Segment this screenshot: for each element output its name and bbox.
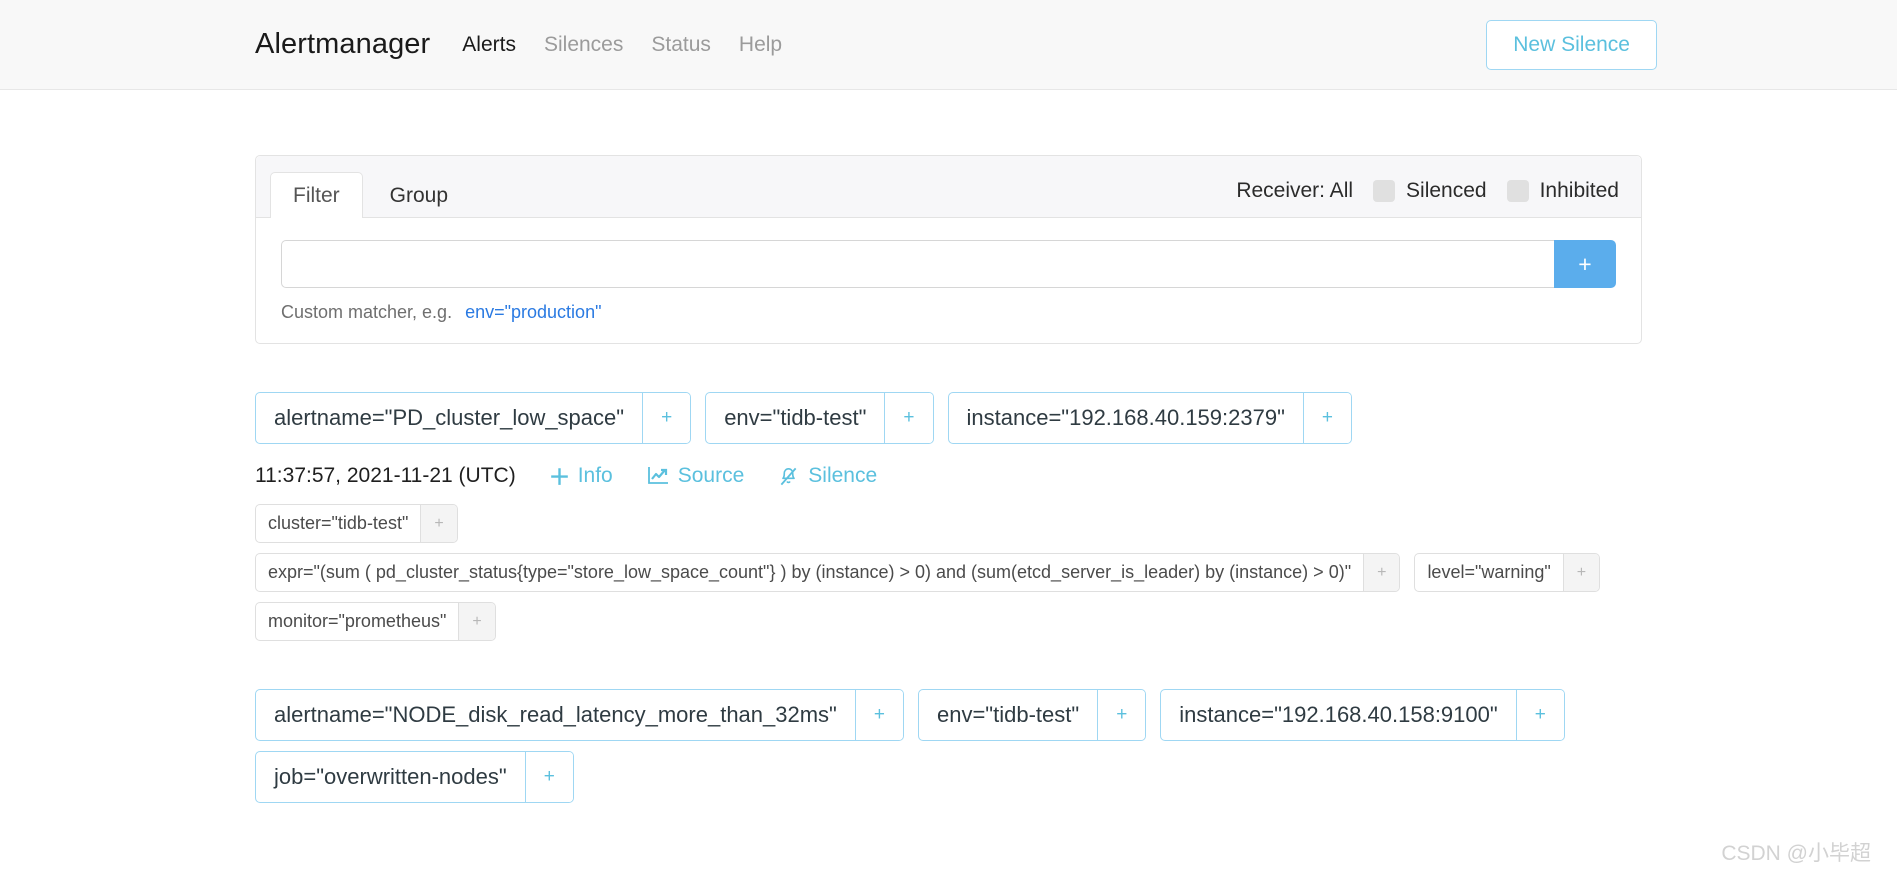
label-chip-add-button[interactable]: + bbox=[1563, 554, 1600, 591]
navbar-right: New Silence bbox=[1486, 19, 1657, 70]
alert-1-secondary-labels-row-1: cluster="tidb-test" + bbox=[255, 504, 1642, 543]
alert-2-primary-labels: alertname="NODE_disk_read_latency_more_t… bbox=[255, 689, 1642, 741]
label-chip-text: instance="192.168.40.159:2379" bbox=[949, 393, 1304, 443]
label-chip: job="overwritten-nodes" + bbox=[255, 751, 574, 803]
nav-link-silences[interactable]: Silences bbox=[544, 33, 623, 57]
new-silence-button[interactable]: New Silence bbox=[1486, 19, 1657, 70]
alert-group-1: alertname="PD_cluster_low_space" + env="… bbox=[255, 392, 1642, 641]
inhibited-label: Inhibited bbox=[1539, 179, 1619, 202]
label-chip-text: env="tidb-test" bbox=[706, 393, 886, 443]
label-chip-text: env="tidb-test" bbox=[919, 690, 1099, 740]
label-chip-text: alertname="NODE_disk_read_latency_more_t… bbox=[256, 690, 856, 740]
label-chip-add-button[interactable]: + bbox=[1098, 690, 1146, 740]
inhibited-toggle[interactable]: Inhibited bbox=[1506, 179, 1619, 203]
label-chip-text: alertname="PD_cluster_low_space" bbox=[256, 393, 644, 443]
filter-options: Receiver: All Silenced Inhibited bbox=[1236, 179, 1619, 217]
brand-title: Alertmanager bbox=[255, 28, 431, 60]
label-chip-text: level="warning" bbox=[1415, 554, 1564, 591]
label-chip-add-button[interactable]: + bbox=[459, 603, 495, 640]
label-chip: expr="(sum ( pd_cluster_status{type="sto… bbox=[255, 553, 1401, 592]
label-chip-add-button[interactable]: + bbox=[525, 752, 573, 802]
watermark: CSDN @小毕超 bbox=[1721, 842, 1871, 865]
bell-slash-icon bbox=[778, 466, 799, 487]
label-chip: env="tidb-test" + bbox=[917, 689, 1147, 741]
label-chip-add-button[interactable]: + bbox=[643, 393, 691, 443]
navbar: Alertmanager Alerts Silences Status Help… bbox=[0, 0, 1897, 90]
label-chip: level="warning" + bbox=[1414, 553, 1601, 592]
add-matcher-button[interactable]: + bbox=[1554, 240, 1616, 288]
filter-card: Filter Group Receiver: All Silenced Inhi… bbox=[255, 155, 1642, 344]
alert-1-secondary-labels-row-2: expr="(sum ( pd_cluster_status{type="sto… bbox=[255, 553, 1642, 592]
label-chip-add-button[interactable]: + bbox=[1516, 690, 1564, 740]
alert-1-secondary-labels-row-3: monitor="prometheus" + bbox=[255, 602, 1642, 641]
source-link-label: Source bbox=[677, 464, 745, 487]
label-chip: env="tidb-test" + bbox=[705, 392, 934, 444]
alert-timestamp: 11:37:57, 2021-11-21 (UTC) bbox=[255, 464, 516, 487]
source-link[interactable]: Source bbox=[647, 464, 745, 488]
label-chip-add-button[interactable]: + bbox=[421, 505, 457, 542]
alert-group-2: alertname="NODE_disk_read_latency_more_t… bbox=[255, 689, 1642, 803]
content-area: Filter Group Receiver: All Silenced Inhi… bbox=[0, 155, 1897, 803]
label-chip-add-button[interactable]: + bbox=[1303, 393, 1351, 443]
info-link[interactable]: Info bbox=[550, 464, 613, 488]
inhibited-checkbox-icon[interactable] bbox=[1506, 180, 1529, 202]
label-chip-text: instance="192.168.40.158:9100" bbox=[1161, 690, 1517, 740]
label-chip: instance="192.168.40.158:9100" + bbox=[1160, 689, 1565, 741]
nav-links: Alerts Silences Status Help bbox=[462, 33, 782, 57]
nav-link-status[interactable]: Status bbox=[651, 33, 711, 57]
alert-2-primary-labels-row-2: job="overwritten-nodes" + bbox=[255, 751, 1642, 803]
filter-card-body: + Custom matcher, e.g. env="production" bbox=[256, 218, 1641, 343]
silence-link-label: Silence bbox=[808, 464, 878, 487]
plus-icon bbox=[550, 467, 569, 486]
receiver-selector[interactable]: Receiver: All bbox=[1236, 179, 1353, 203]
label-chip: monitor="prometheus" + bbox=[255, 602, 496, 641]
info-link-label: Info bbox=[577, 464, 613, 487]
label-chip: instance="192.168.40.159:2379" + bbox=[947, 392, 1352, 444]
matcher-hint-example[interactable]: env="production" bbox=[465, 302, 601, 322]
label-chip-text: expr="(sum ( pd_cluster_status{type="sto… bbox=[256, 554, 1365, 591]
silence-link[interactable]: Silence bbox=[778, 464, 877, 488]
matcher-input[interactable] bbox=[281, 240, 1554, 288]
label-chip-text: monitor="prometheus" bbox=[256, 603, 460, 640]
label-chip-text: cluster="tidb-test" bbox=[256, 505, 422, 542]
silenced-checkbox-icon[interactable] bbox=[1373, 180, 1396, 202]
label-chip-add-button[interactable]: + bbox=[1364, 554, 1400, 591]
alertmanager-page: Alertmanager Alerts Silences Status Help… bbox=[0, 0, 1897, 881]
label-chip: alertname="NODE_disk_read_latency_more_t… bbox=[255, 689, 904, 741]
tab-filter[interactable]: Filter bbox=[270, 172, 363, 218]
label-chip-add-button[interactable]: + bbox=[885, 393, 933, 443]
alert-1-meta-row: 11:37:57, 2021-11-21 (UTC) Info Source S… bbox=[255, 464, 1642, 488]
label-chip-text: job="overwritten-nodes" bbox=[256, 752, 526, 802]
silenced-label: Silenced bbox=[1406, 179, 1487, 202]
alert-1-primary-labels: alertname="PD_cluster_low_space" + env="… bbox=[255, 392, 1642, 444]
matcher-input-group: + bbox=[281, 240, 1616, 288]
matcher-hint-text: Custom matcher, e.g. bbox=[281, 302, 453, 322]
nav-link-alerts[interactable]: Alerts bbox=[462, 33, 516, 57]
label-chip-add-button[interactable]: + bbox=[855, 690, 903, 740]
label-chip: alertname="PD_cluster_low_space" + bbox=[255, 392, 692, 444]
filter-tabs: Filter Group bbox=[270, 172, 471, 218]
tab-group[interactable]: Group bbox=[367, 172, 471, 218]
matcher-hint: Custom matcher, e.g. env="production" bbox=[281, 302, 1616, 323]
filter-card-header: Filter Group Receiver: All Silenced Inhi… bbox=[256, 156, 1641, 218]
nav-link-help[interactable]: Help bbox=[739, 33, 782, 57]
label-chip: cluster="tidb-test" + bbox=[255, 504, 458, 543]
chart-line-icon bbox=[647, 466, 669, 486]
silenced-toggle[interactable]: Silenced bbox=[1373, 179, 1487, 203]
